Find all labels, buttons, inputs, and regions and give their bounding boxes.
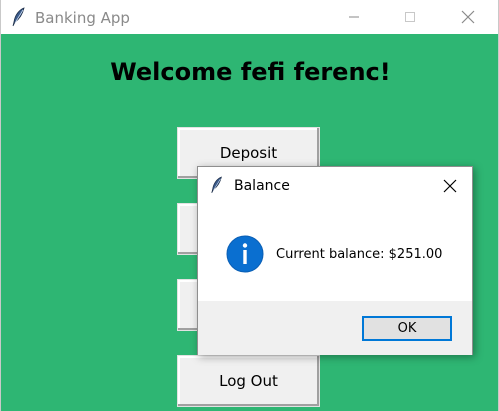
info-icon <box>226 235 264 273</box>
close-icon <box>443 179 457 193</box>
dialog-title-bar: Balance <box>198 167 472 205</box>
minimize-button[interactable] <box>331 0 377 34</box>
dialog-title: Balance <box>234 178 290 194</box>
dialog-footer: OK <box>198 301 472 355</box>
minimize-icon <box>349 16 359 18</box>
maximize-button[interactable] <box>387 0 433 34</box>
logout-button[interactable]: Log Out <box>177 355 320 407</box>
ok-button[interactable]: OK <box>362 316 452 341</box>
title-bar: Banking App <box>1 0 498 34</box>
balance-message: Current balance: $251.00 <box>276 247 443 262</box>
feather-icon <box>11 7 27 27</box>
maximize-icon <box>405 12 415 22</box>
feather-icon <box>210 176 224 194</box>
close-button[interactable] <box>445 0 491 34</box>
dialog-close-button[interactable] <box>438 175 462 197</box>
banking-app-window: Banking App Welcome fefi ferenc! Deposit… <box>0 0 499 411</box>
balance-dialog: Balance Current balance: $251.00 OK <box>197 166 473 355</box>
welcome-heading: Welcome fefi ferenc! <box>110 58 391 86</box>
window-title: Banking App <box>35 9 130 27</box>
close-icon <box>461 10 475 24</box>
